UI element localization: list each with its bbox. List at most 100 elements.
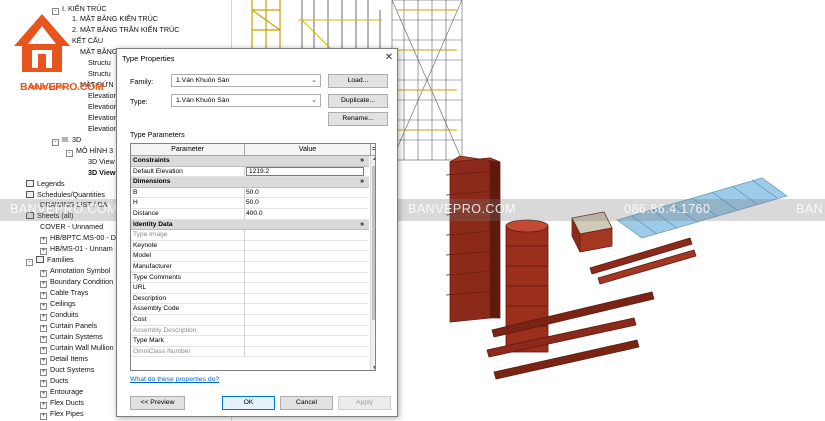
tree-item[interactable]: + HB/MS-01 - Unnam	[40, 244, 113, 255]
tree-item[interactable]: 3D View	[88, 157, 115, 167]
tree-item[interactable]: 2. MẶT BẰNG TRẦN KIẾN TRÚC	[72, 25, 179, 35]
expand-icon[interactable]: +	[40, 358, 47, 365]
tree-item[interactable]: MẶT BẰNG	[80, 47, 117, 57]
collapse-icon[interactable]: -	[52, 139, 59, 146]
tree-item[interactable]: + Cable Trays	[40, 288, 88, 299]
tree-item[interactable]: 1. MẶT BẰNG KIẾN TRÚC	[72, 14, 158, 24]
scroll-up-icon[interactable]: ▲	[371, 156, 375, 162]
parameter-group-row[interactable]: Constraints »	[131, 156, 369, 167]
expand-icon[interactable]: +	[40, 347, 47, 354]
type-parameters-label: Type Parameters	[130, 130, 185, 139]
parameter-row[interactable]: Type Mark	[131, 336, 369, 347]
grid-scrollbar[interactable]: ▲ ▼	[370, 156, 375, 370]
parameter-row[interactable]: Type Comments	[131, 272, 369, 284]
duplicate-button[interactable]: Duplicate...	[328, 94, 388, 108]
scroll-down-icon[interactable]: ▼	[371, 365, 375, 370]
expand-icon[interactable]: +	[40, 380, 47, 387]
expand-icon[interactable]: +	[40, 270, 47, 277]
family-select[interactable]: 1.Ván Khuôn Sàn ⌄	[171, 74, 321, 87]
load-button[interactable]: Load...	[328, 74, 388, 88]
parameter-row[interactable]: Model	[131, 251, 369, 262]
tree-item[interactable]: - Families	[26, 255, 74, 266]
collapse-icon[interactable]: -	[26, 259, 33, 266]
tree-item[interactable]: + Boundary Condition	[40, 277, 113, 288]
expand-icon[interactable]: +	[40, 292, 47, 299]
expand-icon[interactable]: +	[40, 391, 47, 398]
tree-item[interactable]: COVER - Unnamed	[40, 222, 103, 232]
tree-item[interactable]: + Ducts	[40, 376, 68, 387]
tree-item[interactable]: Elevation	[88, 102, 118, 112]
parameter-row[interactable]: Description	[131, 293, 369, 305]
tree-item[interactable]: + Conduits	[40, 310, 78, 321]
grid-body: Constraints» Default Elevation 1219.2 Dimen…	[131, 156, 369, 358]
tree-item[interactable]: - MÔ HÌNH 3	[66, 146, 113, 157]
parameter-row[interactable]: Manufacturer	[131, 261, 369, 273]
ok-button[interactable]: OK	[222, 396, 275, 410]
parameter-name: Type Image	[133, 231, 168, 239]
tree-item[interactable]: + Detail Items	[40, 354, 88, 365]
tree-item[interactable]: + Ceilings	[40, 299, 76, 310]
parameter-row[interactable]: Default Elevation 1219.2	[131, 166, 369, 178]
expand-icon[interactable]: +	[40, 402, 47, 409]
scrollbar-thumb[interactable]	[372, 166, 375, 320]
tree-item[interactable]: Structu	[88, 58, 111, 68]
parameter-row[interactable]: H 50.0	[131, 198, 369, 209]
collapse-icon[interactable]: -	[66, 150, 73, 157]
tree-item[interactable]: + HB/BPTC.MS-00 - D	[40, 233, 116, 244]
expand-icon[interactable]: +	[40, 303, 47, 310]
tree-item[interactable]: Elevation	[88, 113, 118, 123]
parameter-row[interactable]: Type Image	[131, 230, 369, 241]
parameter-row[interactable]: Keynote	[131, 240, 369, 252]
tree-item-label: 2. MẶT BẰNG TRẦN KIẾN TRÚC	[72, 25, 180, 34]
tree-item-label: 1. MẶT BẰNG KIẾN TRÚC	[72, 14, 159, 23]
parameter-row[interactable]: Assembly Code	[131, 304, 369, 315]
help-link[interactable]: What do these properties do?	[130, 376, 219, 383]
tree-item[interactable]: + Curtain Panels	[40, 321, 97, 332]
close-icon[interactable]: ✕	[383, 52, 395, 64]
parameter-row[interactable]: OmniClass Number	[131, 346, 369, 358]
preview-button[interactable]: << Preview	[130, 396, 185, 410]
parameter-value[interactable]: 400.0	[246, 209, 364, 219]
collapse-group-icon[interactable]: »	[360, 220, 364, 230]
collapse-group-icon[interactable]: »	[360, 177, 364, 187]
parameter-value[interactable]: 50.0	[246, 198, 364, 208]
tree-item[interactable]: + Duct Systems	[40, 365, 94, 376]
apply-button[interactable]: Apply	[338, 396, 391, 410]
parameter-row[interactable]: B 50.0	[131, 187, 369, 199]
parameter-group-row[interactable]: Identity Data »	[131, 219, 369, 231]
parameter-row[interactable]: Assembly Description	[131, 325, 369, 337]
type-select[interactable]: 1.Ván Khuôn Sàn ⌄	[171, 94, 321, 107]
tree-item[interactable]: 3D View	[88, 168, 115, 178]
parameter-value[interactable]: 1219.2	[246, 166, 364, 176]
expand-icon[interactable]: +	[40, 237, 47, 244]
tree-item[interactable]: + Entourage	[40, 387, 84, 398]
tree-item[interactable]: KẾT CẤU	[72, 36, 103, 46]
expand-icon[interactable]: +	[40, 369, 47, 376]
expand-icon[interactable]: +	[40, 413, 47, 420]
parameter-name: Description	[133, 294, 166, 302]
tree-item[interactable]: Elevation	[88, 124, 118, 134]
tree-item[interactable]: + Curtain Wall Mullion	[40, 343, 114, 354]
tree-item-label: Entourage	[50, 387, 84, 396]
tree-item[interactable]: + Curtain Systems	[40, 332, 103, 343]
parameter-group-row[interactable]: Dimensions »	[131, 177, 369, 188]
expand-icon[interactable]: +	[40, 336, 47, 343]
parameter-row[interactable]: URL	[131, 283, 369, 294]
column-header-formula[interactable]: =	[371, 144, 375, 156]
tree-item[interactable]: + Flex Ducts	[40, 398, 84, 409]
expand-icon[interactable]: +	[40, 325, 47, 332]
cancel-button[interactable]: Cancel	[280, 396, 333, 410]
collapse-group-icon[interactable]: »	[360, 156, 364, 166]
expand-icon[interactable]: +	[40, 314, 47, 321]
rename-button[interactable]: Rename...	[328, 112, 388, 126]
parameter-row[interactable]: Cost	[131, 314, 369, 326]
expand-icon[interactable]: +	[40, 281, 47, 288]
parameter-row[interactable]: Distance 400.0	[131, 208, 369, 220]
tree-item[interactable]: + Flex Pipes	[40, 409, 84, 420]
tree-item[interactable]: Structu	[88, 69, 111, 79]
parameter-value[interactable]: 50.0	[246, 188, 364, 198]
tree-item[interactable]: - III. 3D	[52, 135, 81, 146]
tree-item[interactable]: Legends	[26, 179, 65, 189]
expand-icon[interactable]: +	[40, 248, 47, 255]
tree-item[interactable]: + Annotation Symbol	[40, 266, 110, 277]
